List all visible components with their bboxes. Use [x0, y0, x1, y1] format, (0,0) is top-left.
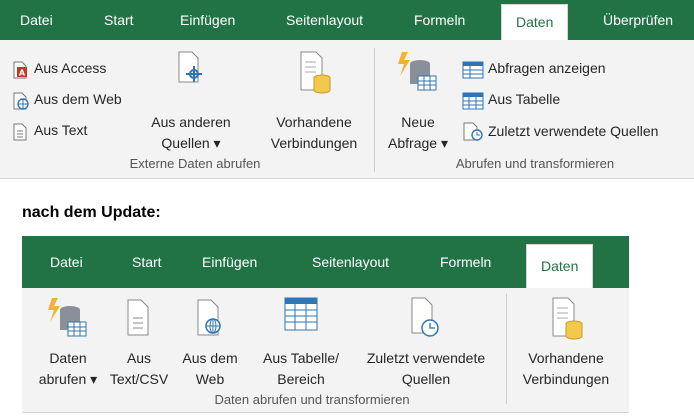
group-separator-new [506, 294, 507, 404]
zuletzt-label-1-new: Zuletzt verwendete [366, 350, 486, 366]
connections-icon-new [552, 297, 583, 340]
zuletzt-label-2-new: Quellen [401, 371, 451, 387]
aus-dem-web-button-new[interactable]: Aus dem Web [172, 294, 248, 390]
tab-seitenlayout[interactable]: Seitenlayout [286, 0, 363, 40]
tab-bar-old: Datei Start Einfügen Seitenlayout Formel… [0, 0, 694, 41]
vorhandene-label-1-new: Vorhandene [528, 350, 604, 366]
ribbon-new: Daten abrufen ▾ Aus Text/CSV Aus dem Web… [22, 288, 629, 413]
tab-datei-new[interactable]: Datei [50, 242, 83, 282]
aus-access-label: Aus Access [34, 60, 107, 76]
abfragen-anzeigen-label: Abfragen anzeigen [488, 60, 606, 76]
group-separator [374, 48, 375, 172]
zuletzt-label: Zuletzt verwendete Quellen [488, 123, 659, 139]
tab-datei[interactable]: Datei [20, 0, 53, 40]
neue-abfrage-label-2: Abfrage ▾ [388, 135, 448, 151]
daten-abrufen-label-1: Daten [49, 350, 87, 366]
tab-daten-new[interactable]: Daten [526, 244, 594, 289]
svg-text:A: A [19, 69, 26, 78]
aus-anderen-label-2: Quellen ▾ [161, 135, 221, 151]
daten-abrufen-label-2: abrufen ▾ [38, 371, 98, 387]
daten-abrufen-button[interactable]: Daten abrufen ▾ [30, 294, 106, 390]
zuletzt-verwendete-quellen-button-new[interactable]: Zuletzt verwendete Quellen [352, 294, 500, 390]
aus-anderen-label-1: Aus anderen [151, 114, 231, 130]
tab-seitenlayout-new[interactable]: Seitenlayout [312, 242, 389, 282]
neue-abfrage-button[interactable]: Neue Abfrage ▾ [380, 46, 456, 151]
text-csv-icon [127, 299, 149, 336]
tab-ueberpruefen[interactable]: Überprüfen [603, 0, 673, 40]
recent-sources-icon [463, 122, 483, 141]
get-data-icon [48, 298, 87, 337]
group-label-externe-daten: Externe Daten abrufen [129, 156, 261, 171]
group-label-abrufen: Abrufen und transformieren [455, 156, 615, 171]
neue-abfrage-label-1: Neue [401, 114, 435, 130]
access-icon: A [13, 61, 27, 79]
recent-sources-icon-new [411, 297, 439, 337]
tab-daten[interactable]: Daten [501, 4, 569, 41]
aus-tabelle-label: Aus Tabelle [488, 91, 561, 107]
ribbon-old: A Aus Access Aus dem Web Aus Text Aus an… [0, 40, 694, 179]
aus-text-label: Aus Text [34, 122, 88, 138]
tab-formeln[interactable]: Formeln [414, 0, 465, 40]
aus-tabelle-bereich-label-2: Bereich [277, 371, 325, 387]
show-queries-icon [462, 61, 484, 79]
tab-start-new[interactable]: Start [132, 242, 162, 282]
query-db-icon [398, 52, 437, 91]
aus-dem-web-label-1: Aus dem [182, 350, 238, 366]
aus-text-csv-label-1: Aus [126, 350, 152, 366]
vorhandene-label-2: Verbindungen [270, 135, 358, 151]
aus-dem-web-label-2: Web [195, 371, 225, 387]
update-heading: nach dem Update: [22, 204, 161, 221]
text-file-icon [13, 123, 27, 141]
vorhandene-verbindungen-button-new[interactable]: Vorhandene Verbindungen [510, 294, 622, 390]
vorhandene-label-1: Vorhandene [276, 114, 352, 130]
vorhandene-label-2-new: Verbindungen [522, 371, 610, 387]
aus-dem-web-label: Aus dem Web [34, 91, 122, 107]
tab-start[interactable]: Start [104, 0, 134, 40]
tab-bar-new: Datei Start Einfügen Seitenlayout Formel… [22, 236, 629, 289]
web-icon-new [197, 299, 221, 336]
tab-einfuegen[interactable]: Einfügen [180, 0, 235, 40]
connections-icon [300, 51, 331, 94]
table-icon [462, 92, 484, 110]
aus-anderen-quellen-button[interactable]: Aus anderen Quellen ▾ [146, 46, 236, 151]
vorhandene-verbindungen-button[interactable]: Vorhandene Verbindungen [258, 46, 370, 151]
aus-tabelle-bereich-button[interactable]: Aus Tabelle/ Bereich [252, 294, 350, 390]
table-range-icon [284, 297, 318, 331]
tab-einfuegen-new[interactable]: Einfügen [202, 242, 257, 282]
tab-formeln-new[interactable]: Formeln [440, 242, 491, 282]
aus-tabelle-bereich-label-1: Aus Tabelle/ [262, 350, 339, 366]
aus-text-csv-button[interactable]: Aus Text/CSV [108, 294, 170, 390]
aus-text-csv-label-2: Text/CSV [109, 371, 169, 387]
web-icon [13, 92, 29, 110]
other-sources-icon [178, 51, 202, 83]
group-label-daten-abrufen: Daten abrufen und transformieren [214, 392, 410, 407]
